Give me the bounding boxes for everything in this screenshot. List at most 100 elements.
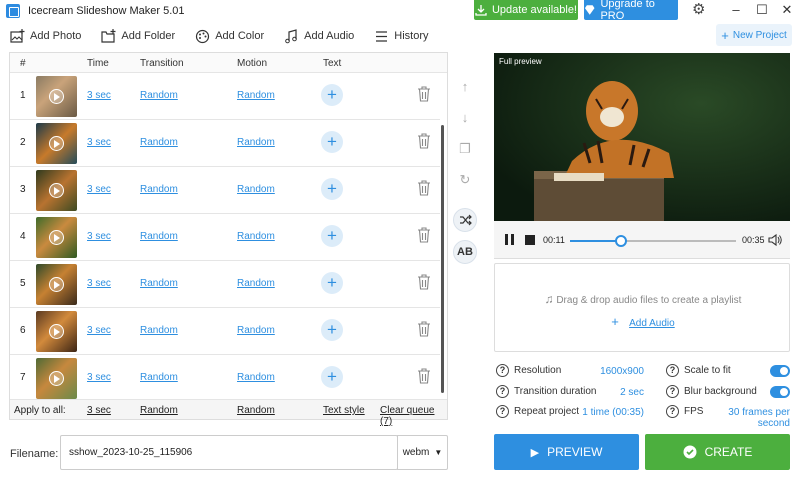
resolution-value[interactable]: 1600x900 [578,366,644,377]
slide-thumbnail[interactable] [36,217,77,258]
play-icon[interactable] [49,277,64,292]
format-select[interactable]: webm ▼ [397,435,448,470]
add-text-button[interactable]: + [321,319,343,341]
play-icon[interactable] [49,183,64,198]
close-icon[interactable]: ✕ [777,2,797,18]
upgrade-pro-button[interactable]: Upgrade to PRO [584,0,678,22]
transition-link[interactable]: Random [140,231,178,242]
table-row[interactable]: 2 3 sec Random Random + [10,120,440,167]
motion-link[interactable]: Random [237,137,275,148]
transition-duration-value[interactable]: 2 sec [578,387,644,398]
trash-icon[interactable] [417,227,431,243]
play-icon[interactable] [49,136,64,151]
help-icon[interactable]: ? [496,405,509,418]
help-icon[interactable]: ? [496,385,509,398]
time-link[interactable]: 3 sec [87,90,111,101]
trash-icon[interactable] [417,86,431,102]
motion-link[interactable]: Random [237,231,275,242]
move-down-icon[interactable]: ↓ [455,108,475,128]
scale-to-fit-toggle[interactable] [770,365,790,377]
table-row[interactable]: 3 3 sec Random Random + [10,167,440,214]
header-text[interactable]: Text [323,58,341,69]
clear-queue-link[interactable]: Clear queue (7) [380,405,447,427]
motion-link[interactable]: Random [237,372,275,383]
header-motion[interactable]: Motion [237,58,267,69]
add-audio-button[interactable]: Add Audio [284,28,354,44]
time-link[interactable]: 3 sec [87,184,111,195]
table-row[interactable]: 7 3 sec Random Random + [10,355,440,402]
trash-icon[interactable] [417,321,431,337]
blur-background-toggle[interactable] [770,386,790,398]
fps-value[interactable]: 30 frames per second [700,407,790,429]
audio-drop-zone[interactable]: ♫ Drag & drop audio files to create a pl… [494,263,790,352]
table-scrollbar[interactable] [440,125,445,403]
slide-thumbnail[interactable] [36,264,77,305]
transition-link[interactable]: Random [140,278,178,289]
trash-icon[interactable] [417,180,431,196]
repeat-project-value[interactable]: 1 time (00:35) [578,407,644,418]
history-button[interactable]: History [374,29,429,44]
motion-link[interactable]: Random [237,278,275,289]
trash-icon[interactable] [417,368,431,384]
move-up-icon[interactable]: ↑ [455,77,475,97]
full-preview[interactable]: Full preview [494,53,790,221]
table-row[interactable]: 6 3 sec Random Random + [10,308,440,355]
transition-link[interactable]: Random [140,184,178,195]
transition-link[interactable]: Random [140,90,178,101]
slide-thumbnail[interactable] [36,123,77,164]
rotate-icon[interactable]: ↻ [455,170,475,190]
add-text-button[interactable]: + [321,84,343,106]
add-text-button[interactable]: + [321,366,343,388]
transition-link[interactable]: Random [140,137,178,148]
apply-all-time-link[interactable]: 3 sec [87,405,111,416]
help-icon[interactable]: ? [496,364,509,377]
update-available-button[interactable]: Update available! [474,0,578,20]
duplicate-icon[interactable]: ❐ [455,139,475,159]
time-link[interactable]: 3 sec [87,325,111,336]
table-row[interactable]: 1 3 sec Random Random + [10,73,440,120]
maximize-icon[interactable]: ☐ [752,2,772,18]
play-icon[interactable] [49,89,64,104]
play-icon[interactable] [49,230,64,245]
filename-input[interactable] [60,435,398,470]
create-button[interactable]: CREATE [645,434,790,470]
volume-icon[interactable] [768,233,782,247]
add-photo-button[interactable]: Add Photo [10,28,81,44]
preview-button[interactable]: ▶ PREVIEW [494,434,639,470]
time-link[interactable]: 3 sec [87,231,111,242]
add-text-button[interactable]: + [321,272,343,294]
time-link[interactable]: 3 sec [87,278,111,289]
slide-thumbnail[interactable] [36,358,77,399]
transition-link[interactable]: Random [140,325,178,336]
help-icon[interactable]: ? [666,364,679,377]
minimize-icon[interactable]: – [726,2,746,18]
seek-handle[interactable] [615,235,628,247]
add-text-button[interactable]: + [321,131,343,153]
new-project-button[interactable]: + New Project [716,24,792,46]
add-text-button[interactable]: + [321,225,343,247]
apply-all-motion-link[interactable]: Random [237,405,275,416]
slide-thumbnail[interactable] [36,311,77,352]
trash-icon[interactable] [417,133,431,149]
transition-link[interactable]: Random [140,372,178,383]
help-icon[interactable]: ? [666,405,679,418]
play-icon[interactable] [49,324,64,339]
seek-slider[interactable] [570,235,736,247]
motion-link[interactable]: Random [237,90,275,101]
slide-thumbnail[interactable] [36,170,77,211]
time-link[interactable]: 3 sec [87,137,111,148]
scrollbar-thumb[interactable] [441,125,444,393]
table-row[interactable]: 4 3 sec Random Random + [10,214,440,261]
header-transition[interactable]: Transition [140,58,184,69]
add-text-button[interactable]: + [321,178,343,200]
motion-link[interactable]: Random [237,325,275,336]
trash-icon[interactable] [417,274,431,290]
stop-icon[interactable] [525,235,535,245]
help-icon[interactable]: ? [666,385,679,398]
add-audio-link[interactable]: + Add Audio [495,314,791,329]
motion-link[interactable]: Random [237,184,275,195]
shuffle-icon[interactable] [453,208,477,232]
apply-all-transition-link[interactable]: Random [140,405,178,416]
gear-icon[interactable]: ⚙ [692,2,705,18]
time-link[interactable]: 3 sec [87,372,111,383]
